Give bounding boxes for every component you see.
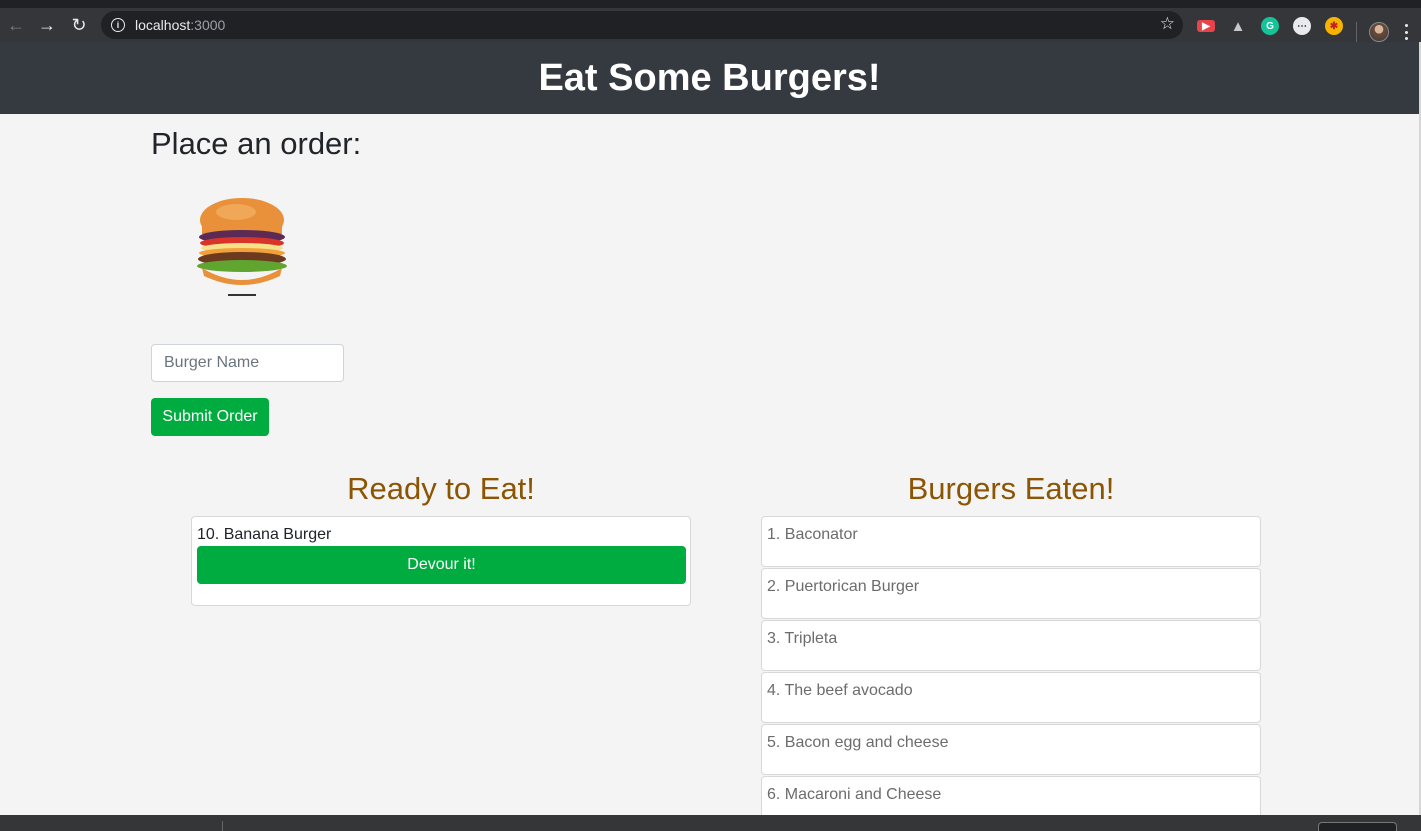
eaten-heading: Burgers Eaten!: [907, 471, 1115, 506]
devtools-bar: [0, 815, 1421, 831]
bar-tab[interactable]: [1318, 822, 1397, 831]
page-title: Eat Some Burgers!: [538, 56, 881, 99]
ready-heading: Ready to Eat!: [347, 471, 535, 506]
browser-toolbar: ← → ↻ i localhost:3000 ☆ ▶ ▲ G ⋯ ✱: [0, 8, 1421, 42]
back-arrow-icon[interactable]: ←: [0, 9, 32, 41]
extension-icon[interactable]: ⋯: [1293, 17, 1311, 35]
burger-image: [197, 198, 287, 296]
address-bar[interactable]: i localhost:3000 ☆: [101, 11, 1183, 39]
reload-icon[interactable]: ↻: [63, 9, 95, 41]
list-item: 3. Tripleta: [761, 620, 1261, 671]
extension-icon[interactable]: ▶: [1197, 20, 1215, 32]
list-item: 2. Puertorican Burger: [761, 568, 1261, 619]
list-item: 10. Banana Burger Devour it!: [191, 516, 691, 606]
page-header: Eat Some Burgers!: [0, 42, 1419, 114]
extension-icon[interactable]: G: [1261, 17, 1279, 35]
order-heading: Place an order:: [151, 126, 362, 161]
burger-name: 10. Banana Burger: [197, 526, 332, 543]
list-item: 6. Macaroni and Cheese: [761, 776, 1261, 815]
submit-order-button[interactable]: Submit Order: [151, 398, 269, 436]
extension-icon[interactable]: ▲: [1229, 17, 1247, 35]
avatar[interactable]: [1369, 22, 1389, 42]
menu-icon[interactable]: [1405, 24, 1409, 40]
eaten-list: 1. Baconator 2. Puertorican Burger 3. Tr…: [761, 516, 1261, 815]
bar-divider: [222, 821, 223, 831]
forward-arrow-icon[interactable]: →: [31, 9, 63, 41]
url-port: :3000: [190, 17, 226, 33]
list-item: 1. Baconator: [761, 516, 1261, 567]
info-icon[interactable]: i: [111, 18, 125, 32]
burger-name-input[interactable]: [151, 344, 344, 382]
toolbar-divider: [1356, 22, 1357, 42]
extension-icon[interactable]: ✱: [1325, 17, 1343, 35]
list-item: 4. The beef avocado: [761, 672, 1261, 723]
devour-button[interactable]: Devour it!: [197, 546, 686, 584]
list-item: 5. Bacon egg and cheese: [761, 724, 1261, 775]
star-icon[interactable]: ☆: [1160, 14, 1175, 34]
url-host: localhost: [135, 17, 191, 33]
